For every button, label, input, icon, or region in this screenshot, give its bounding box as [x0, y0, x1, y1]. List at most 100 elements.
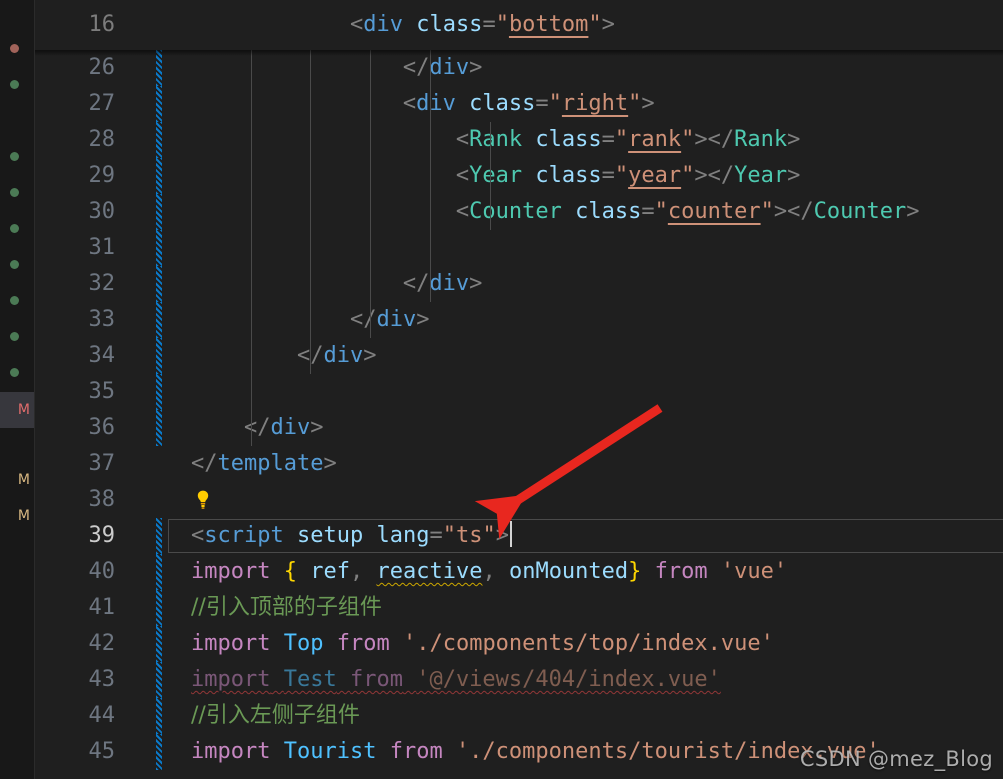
code-line[interactable]: 31	[35, 230, 1003, 266]
explorer-file-row[interactable]	[0, 318, 34, 354]
line-number: 36	[88, 415, 116, 440]
explorer-file-row[interactable]: M	[0, 462, 34, 498]
code-editor[interactable]: 26 </div> 27 <div class="right"> 28 <Rank …	[35, 0, 1003, 779]
code-token: Counter	[469, 199, 562, 224]
explorer-file-row[interactable]	[0, 66, 34, 102]
code-line[interactable]: 30 <Counter class="counter"></Counter>	[35, 194, 1003, 230]
line-number: 29	[88, 163, 116, 188]
code-line-text: <Counter class="counter"></Counter>	[156, 194, 920, 230]
explorer-file-row[interactable]	[0, 30, 34, 66]
explorer-file-row[interactable]	[0, 282, 34, 318]
code-token: from	[654, 559, 708, 584]
explorer-sidebar[interactable]: M M M	[0, 0, 35, 779]
code-token: </	[402, 55, 430, 80]
code-line[interactable]: 32 </div>	[35, 266, 1003, 302]
code-token: </	[349, 307, 377, 332]
code-line-text: <div class="right">	[156, 86, 655, 122]
code-line[interactable]: 40 import { ref, reactive, onMounted} fro…	[35, 554, 1003, 590]
code-token: Test	[283, 667, 337, 692]
code-token: </	[402, 271, 430, 296]
explorer-file-row[interactable]	[0, 174, 34, 210]
code-token: >	[469, 271, 483, 296]
code-token: >	[694, 127, 708, 152]
code-token: "	[681, 127, 695, 152]
code-token: class	[469, 91, 536, 116]
sticky-line-code: <div class="bottom">	[156, 0, 615, 50]
code-token: year	[628, 163, 682, 188]
code-token: =	[601, 163, 615, 188]
code-line[interactable]: 42 import Top from './components/top/inde…	[35, 626, 1003, 662]
git-status-dot-icon	[10, 331, 19, 341]
line-number: 38	[88, 487, 116, 512]
code-token: </	[787, 199, 814, 224]
code-token: Rank	[734, 127, 788, 152]
code-token: 'vue'	[720, 559, 788, 584]
code-line-text	[156, 230, 191, 266]
code-line[interactable]: 38	[35, 482, 1003, 518]
code-line-current[interactable]: 39 <script setup lang="ts">	[35, 518, 1003, 554]
git-status-dot-icon	[10, 367, 19, 377]
code-token: =	[601, 127, 615, 152]
code-token: >	[906, 199, 920, 224]
code-line-text: //引入左侧子组件	[156, 698, 360, 734]
code-line[interactable]: 34 </div>	[35, 338, 1003, 374]
code-token: >	[601, 12, 615, 37]
code-line[interactable]: 37 </template>	[35, 446, 1003, 482]
code-token: <	[455, 163, 470, 188]
code-line-text: </div>	[156, 410, 324, 446]
code-token: div	[323, 343, 364, 368]
explorer-file-row[interactable]	[0, 138, 34, 174]
code-line[interactable]: 41 //引入顶部的子组件	[35, 590, 1003, 626]
code-line[interactable]: 29 <Year class="year"></Year>	[35, 158, 1003, 194]
sticky-scroll-header[interactable]: 16 <div class="bottom">	[35, 0, 1003, 56]
code-token: >	[495, 523, 509, 548]
explorer-file-row[interactable]	[0, 246, 34, 282]
code-token: "	[614, 127, 629, 152]
code-token: from	[349, 667, 403, 692]
code-token: import	[191, 667, 271, 692]
code-lines-container[interactable]: 26 </div> 27 <div class="right"> 28 <Rank …	[35, 50, 1003, 779]
code-line[interactable]: 33 </div>	[35, 302, 1003, 338]
code-line-text: import { ref, reactive, onMounted} from …	[156, 554, 787, 590]
code-line[interactable]: 27 <div class="right">	[35, 86, 1003, 122]
explorer-file-row[interactable]	[0, 210, 34, 246]
code-token: import	[191, 559, 271, 584]
code-token: <	[349, 12, 364, 37]
code-line-text: import Tourist from './components/touris…	[156, 734, 880, 770]
code-token: <	[455, 199, 470, 224]
code-line[interactable]: 35	[35, 374, 1003, 410]
code-line[interactable]: 43 import Test from '@/views/404/index.vu…	[35, 662, 1003, 698]
code-token: reactive	[376, 559, 483, 584]
text-cursor	[509, 521, 512, 547]
code-line[interactable]: 26 </div>	[35, 50, 1003, 86]
lightbulb-icon[interactable]	[195, 490, 211, 510]
git-modified-badge: M	[17, 402, 30, 418]
csdn-watermark: CSDN @mez_Blog	[799, 747, 993, 771]
code-line[interactable]: 28 <Rank class="rank"></Rank>	[35, 122, 1003, 158]
explorer-file-row[interactable]: M	[0, 498, 34, 534]
line-number: 35	[88, 379, 116, 404]
code-token: from	[336, 631, 390, 656]
code-line-text: <Year class="year"></Year>	[156, 158, 800, 194]
code-line-text: import Test from '@/views/404/index.vue'	[156, 662, 721, 698]
explorer-file-row[interactable]: M	[0, 392, 34, 428]
code-line[interactable]: 44 //引入左侧子组件	[35, 698, 1003, 734]
code-line[interactable]: 36 </div>	[35, 410, 1003, 446]
code-token: //引入顶部的子组件	[191, 595, 382, 620]
git-status-dot-icon	[10, 295, 19, 305]
explorer-file-row[interactable]	[0, 354, 34, 390]
code-token: "	[654, 199, 668, 224]
code-token: >	[323, 451, 337, 476]
